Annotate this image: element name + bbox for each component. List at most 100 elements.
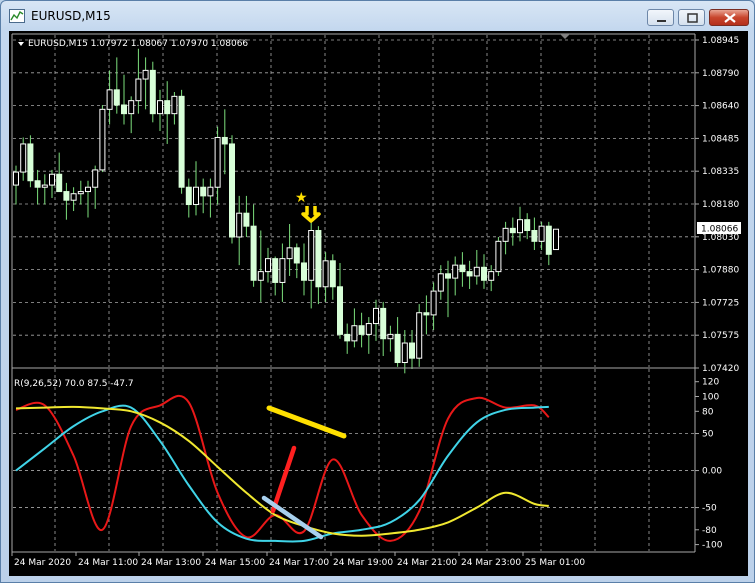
title-bar[interactable]: EURUSD,M15 xyxy=(1,1,754,31)
candle xyxy=(214,136,221,188)
indicator-label: -80 xyxy=(702,526,717,536)
chart-menu-arrow-icon[interactable] xyxy=(18,42,24,46)
candle xyxy=(445,273,451,279)
indicator-axis: 120 100 80 50 0.00 -50 -80 -100 xyxy=(695,378,723,551)
candle xyxy=(149,69,156,115)
candle xyxy=(538,225,545,242)
candle xyxy=(416,312,423,359)
time-label: 24 Mar 19:00 xyxy=(333,558,393,568)
arrow-down-icon xyxy=(301,206,321,223)
candle xyxy=(121,104,127,115)
candle xyxy=(423,312,430,316)
indicator-label: 120 xyxy=(702,378,719,388)
time-axis: 24 Mar 2020 24 Mar 11:00 24 Mar 13:00 24 Ma… xyxy=(11,552,585,568)
price-label: 1.08485 xyxy=(702,134,739,144)
price-label: 1.07575 xyxy=(702,331,739,341)
candle xyxy=(92,169,99,188)
trendline-yellow[interactable] xyxy=(266,405,347,439)
close-icon xyxy=(724,13,736,23)
chart-canvas[interactable]: EURUSD,M15 1.07972 1.08067 1.07970 1.080… xyxy=(9,31,748,576)
candle xyxy=(286,247,293,260)
grid xyxy=(13,35,694,551)
time-label: 25 Mar 01:00 xyxy=(525,558,585,568)
candle xyxy=(193,186,199,206)
candle xyxy=(452,264,459,279)
candle xyxy=(466,271,473,277)
candle xyxy=(380,307,387,340)
candle xyxy=(481,266,487,281)
candle xyxy=(106,89,113,110)
candle xyxy=(142,69,149,80)
price-label: 1.08640 xyxy=(702,102,739,112)
candle xyxy=(553,228,559,251)
candle xyxy=(135,78,142,102)
candle xyxy=(517,219,523,234)
candle xyxy=(56,173,63,193)
candle xyxy=(365,323,372,335)
candle xyxy=(178,95,185,188)
candle xyxy=(221,136,228,145)
trendline-blue[interactable] xyxy=(261,495,324,540)
candle xyxy=(279,258,286,283)
candle xyxy=(265,258,271,273)
price-label: 1.08790 xyxy=(702,69,739,79)
restore-icon xyxy=(687,13,698,23)
chart-shift-marker-icon[interactable] xyxy=(560,34,570,39)
indicator-label: 50 xyxy=(702,430,714,440)
price-label: 1.08945 xyxy=(702,36,739,46)
candle xyxy=(85,186,91,193)
price-label: 1.07725 xyxy=(702,298,739,308)
candles xyxy=(13,48,559,374)
minimize-button[interactable] xyxy=(647,9,674,26)
indicator-label: 0.00 xyxy=(702,467,722,477)
price-label: 1.08335 xyxy=(702,167,739,177)
chart-area[interactable]: EURUSD,M15 1.07972 1.08067 1.07970 1.080… xyxy=(9,31,748,576)
candle xyxy=(157,100,163,115)
chart-window: EURUSD,M15 EURUSD,M15 1.07972 1.08067 1.… xyxy=(0,0,755,583)
candle xyxy=(387,333,394,340)
candle xyxy=(99,108,106,171)
candle xyxy=(20,143,27,173)
candle xyxy=(337,286,343,335)
close-button[interactable] xyxy=(709,9,749,26)
candle xyxy=(257,271,264,281)
candle xyxy=(70,193,77,201)
time-label: 24 Mar 2020 xyxy=(14,558,71,568)
candle xyxy=(524,219,531,232)
candle xyxy=(495,240,502,273)
time-label: 24 Mar 15:00 xyxy=(205,558,265,568)
price-label: 1.08180 xyxy=(702,200,739,210)
candle xyxy=(41,184,48,188)
candle xyxy=(315,230,322,288)
candle xyxy=(293,247,300,264)
candle xyxy=(272,258,279,283)
candle xyxy=(171,95,178,115)
maximize-button[interactable] xyxy=(678,9,705,26)
candle xyxy=(545,225,552,255)
candle xyxy=(373,307,379,325)
candle xyxy=(63,191,70,201)
chart-window-icon xyxy=(9,9,25,23)
candle xyxy=(488,271,495,281)
candle xyxy=(459,264,466,273)
candle xyxy=(229,143,235,238)
candle xyxy=(185,186,192,206)
chart-header: EURUSD,M15 1.07972 1.08067 1.07970 1.080… xyxy=(28,39,248,49)
candle xyxy=(128,100,135,115)
candle xyxy=(113,89,120,106)
candle xyxy=(329,260,336,288)
candle xyxy=(322,260,329,288)
candle xyxy=(77,191,84,195)
current-price-label: 1.08066 xyxy=(701,225,738,235)
candle xyxy=(27,143,34,182)
candle xyxy=(509,227,516,234)
time-label: 24 Mar 17:00 xyxy=(269,558,329,568)
price-label: 1.07880 xyxy=(702,266,739,276)
candle xyxy=(394,333,401,364)
indicator-label: -100 xyxy=(702,541,723,551)
trendline-red[interactable] xyxy=(270,445,297,514)
star-icon: ★ xyxy=(295,190,308,206)
time-label: 24 Mar 23:00 xyxy=(461,558,521,568)
indicator-label: -50 xyxy=(702,504,717,514)
indicator-label: 80 xyxy=(702,407,714,417)
